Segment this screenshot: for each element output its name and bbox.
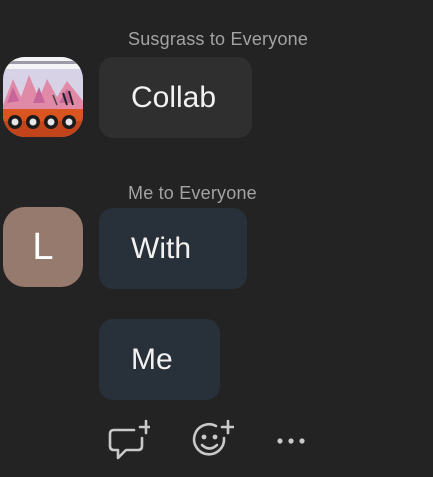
message-bubble[interactable]: Me [99, 319, 220, 400]
message-bubble[interactable]: Collab [99, 57, 252, 138]
avatar[interactable] [3, 57, 83, 137]
message-text: Collab [131, 80, 217, 114]
sender-label: Susgrass to Everyone [128, 29, 309, 49]
more-options-icon[interactable] [270, 418, 314, 462]
message-text: With [131, 231, 191, 265]
emoji-add-icon[interactable] [190, 418, 236, 462]
comment-add-icon[interactable] [106, 418, 154, 462]
chat-panel: Susgrass to Everyone Collab Me to Everyo… [0, 0, 433, 477]
message-bubble[interactable]: With [99, 208, 247, 289]
message-text: Me [131, 342, 173, 376]
game-thumbnail-icon [3, 57, 83, 137]
sender-label: Me to Everyone [128, 183, 257, 203]
avatar-letter: L [32, 225, 54, 268]
avatar[interactable]: L [3, 207, 83, 287]
